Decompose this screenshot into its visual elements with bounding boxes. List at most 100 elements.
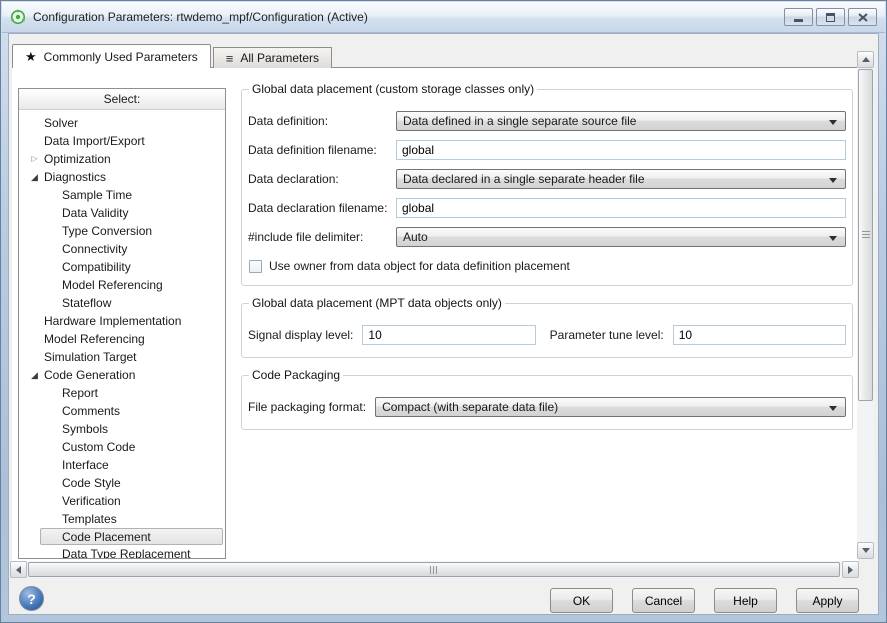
tree-item-label: Type Conversion: [62, 224, 152, 238]
tree-item-label: Data Import/Export: [44, 134, 145, 148]
tree-item-hardware-implementation[interactable]: Hardware Implementation: [19, 312, 225, 330]
horizontal-scrollbar-thumb[interactable]: [28, 562, 840, 577]
selected-option: Auto: [403, 230, 428, 244]
include-file-delimiter-select[interactable]: Auto: [396, 227, 846, 247]
tree-item-label: Verification: [62, 494, 121, 508]
tree-item-simulation-target[interactable]: Simulation Target: [19, 348, 225, 366]
arrow-up-icon: [862, 57, 870, 62]
tree-item-label: Hardware Implementation: [44, 314, 181, 328]
file-packaging-format-select[interactable]: Compact (with separate data file): [375, 397, 846, 417]
scroll-right-button[interactable]: [842, 561, 859, 578]
tree-item-solver[interactable]: Solver: [19, 114, 225, 132]
titlebar: Configuration Parameters: rtwdemo_mpf/Co…: [2, 2, 885, 33]
tree-item-data-import-export[interactable]: Data Import/Export: [19, 132, 225, 150]
data-definition-select[interactable]: Data defined in a single separate source…: [396, 111, 846, 131]
selected-option: Data declared in a single separate heade…: [403, 172, 645, 186]
group-title: Global data placement (MPT data objects …: [249, 296, 505, 310]
tree-item-diagnostics[interactable]: ◢Diagnostics: [19, 168, 225, 186]
tree-item-compatibility[interactable]: Compatibility: [19, 258, 225, 276]
minimize-icon: [794, 19, 803, 22]
selected-option: Compact (with separate data file): [382, 400, 558, 414]
tree-item-model-referencing[interactable]: Model Referencing: [19, 330, 225, 348]
file-packaging-format-label: File packaging format:: [248, 400, 366, 414]
horizontal-scrollbar[interactable]: [10, 561, 859, 578]
tree-item-label: Simulation Target: [44, 350, 137, 364]
tree-item-label: Solver: [44, 116, 78, 130]
chevron-down-icon: [829, 120, 837, 125]
tree-item-label: Connectivity: [62, 242, 127, 256]
tree-item-report[interactable]: Report: [19, 384, 225, 402]
tree-item-label: Code Generation: [44, 368, 135, 382]
tree-item-model-referencing[interactable]: Model Referencing: [19, 276, 225, 294]
scroll-left-button[interactable]: [10, 561, 27, 578]
data-definition-filename-input[interactable]: [396, 140, 846, 160]
tree-item-label: Data Validity: [62, 206, 128, 220]
code-placement-pane: Global data placement (custom storage cl…: [241, 82, 853, 440]
vertical-scrollbar[interactable]: [857, 51, 874, 559]
maximize-icon: [826, 13, 835, 22]
tree-item-data-validity[interactable]: Data Validity: [19, 204, 225, 222]
tree-expand-icon[interactable]: ▷: [28, 150, 41, 168]
scroll-down-button[interactable]: [857, 542, 874, 559]
scroll-up-button[interactable]: [857, 51, 874, 68]
data-declaration-select[interactable]: Data declared in a single separate heade…: [396, 169, 846, 189]
selected-option: Data defined in a single separate source…: [403, 114, 636, 128]
tree-item-label: Model Referencing: [62, 278, 163, 292]
apply-button[interactable]: Apply: [796, 588, 859, 613]
tree-item-type-conversion[interactable]: Type Conversion: [19, 222, 225, 240]
vertical-scrollbar-thumb[interactable]: [858, 69, 873, 401]
data-declaration-filename-label: Data declaration filename:: [248, 201, 396, 215]
tree-header: Select:: [19, 89, 225, 110]
tree-item-comments[interactable]: Comments: [19, 402, 225, 420]
parameter-tune-level-label: Parameter tune level:: [550, 328, 664, 342]
tree-item-optimization[interactable]: ▷Optimization: [19, 150, 225, 168]
tree-item-label: Code Style: [62, 476, 121, 490]
chevron-down-icon: [829, 406, 837, 411]
tree-item-connectivity[interactable]: Connectivity: [19, 240, 225, 258]
thumb-grip: [433, 566, 434, 574]
tab-commonly-used-parameters[interactable]: ★ Commonly Used Parameters: [12, 44, 211, 68]
simulink-config-icon: [10, 9, 26, 25]
use-owner-checkbox[interactable]: [249, 260, 262, 273]
tree-item-label: Code Placement: [62, 530, 151, 544]
close-button[interactable]: [848, 8, 877, 26]
group-title: Code Packaging: [249, 368, 343, 382]
group-global-data-placement-csc: Global data placement (custom storage cl…: [241, 82, 853, 286]
tree-item-symbols[interactable]: Symbols: [19, 420, 225, 438]
cancel-button[interactable]: Cancel: [632, 588, 695, 613]
data-declaration-label: Data declaration:: [248, 172, 396, 186]
tree-item-label: Model Referencing: [44, 332, 145, 346]
minimize-button[interactable]: [784, 8, 813, 26]
tree-item-templates[interactable]: Templates: [19, 510, 225, 528]
parameter-tune-level-input[interactable]: [673, 325, 846, 345]
tree-collapse-icon[interactable]: ◢: [28, 168, 41, 186]
maximize-button[interactable]: [816, 8, 845, 26]
context-help-button[interactable]: ?: [19, 586, 44, 611]
tree-item-code-generation[interactable]: ◢Code Generation: [19, 366, 225, 384]
tree-item-stateflow[interactable]: Stateflow: [19, 294, 225, 312]
data-declaration-filename-input[interactable]: [396, 198, 846, 218]
tree-item-sample-time[interactable]: Sample Time: [19, 186, 225, 204]
signal-display-level-input[interactable]: [362, 325, 535, 345]
use-owner-checkbox-label: Use owner from data object for data defi…: [269, 259, 570, 273]
tree-item-verification[interactable]: Verification: [19, 492, 225, 510]
tab-all-parameters[interactable]: ≡ All Parameters: [213, 47, 332, 68]
group-global-data-placement-mpt: Global data placement (MPT data objects …: [241, 296, 853, 358]
tree-item-data-type-replacement[interactable]: Data Type Replacement: [19, 545, 225, 559]
tree-item-code-style[interactable]: Code Style: [19, 474, 225, 492]
group-code-packaging: Code Packaging File packaging format: Co…: [241, 368, 853, 430]
tab-label: Commonly Used Parameters: [44, 50, 198, 64]
tree-item-interface[interactable]: Interface: [19, 456, 225, 474]
ok-button[interactable]: OK: [550, 588, 613, 613]
tree-item-label: Stateflow: [62, 296, 111, 310]
signal-display-level-label: Signal display level:: [248, 328, 353, 342]
configuration-parameters-window: Configuration Parameters: rtwdemo_mpf/Co…: [0, 0, 887, 623]
help-button[interactable]: Help: [714, 588, 777, 613]
parameter-tree: Select: Solver Data Import/Export ▷Optimiz…: [18, 88, 226, 559]
tree-item-code-placement[interactable]: Code Placement: [40, 528, 223, 545]
tree-item-label: Custom Code: [62, 440, 135, 454]
tree-item-custom-code[interactable]: Custom Code: [19, 438, 225, 456]
tree-collapse-icon[interactable]: ◢: [28, 366, 41, 384]
tree-item-label: Symbols: [62, 422, 108, 436]
tab-content: Select: Solver Data Import/Export ▷Optimiz…: [12, 67, 858, 561]
